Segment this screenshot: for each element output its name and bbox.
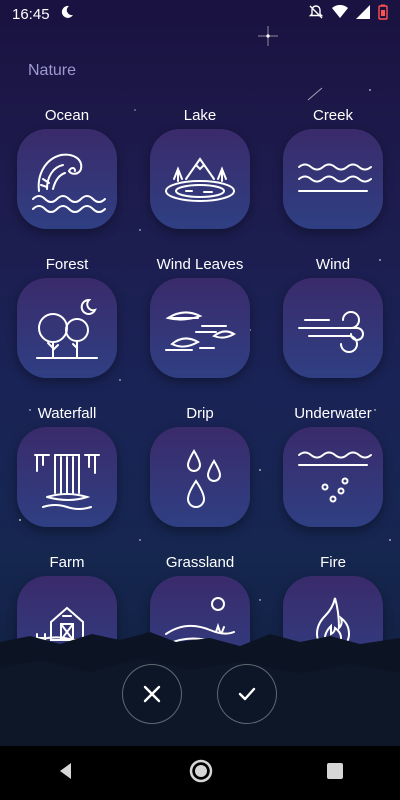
sound-tile-ocean[interactable]: Ocean bbox=[15, 105, 119, 229]
underwater-icon bbox=[298, 451, 372, 503]
battery-icon bbox=[378, 4, 388, 24]
ocean-wave-icon bbox=[32, 153, 106, 213]
status-bar: 16:45 bbox=[0, 0, 400, 28]
tile-label: Wind Leaves bbox=[156, 256, 244, 273]
mountain-silhouette bbox=[0, 632, 400, 748]
tile-label: Lake bbox=[183, 107, 217, 124]
section-title: Nature bbox=[28, 62, 77, 79]
close-icon bbox=[143, 685, 161, 703]
tile-label: Farm bbox=[49, 554, 85, 571]
tile-label: Ocean bbox=[44, 107, 90, 124]
lake-icon bbox=[165, 157, 235, 202]
waterfall-icon bbox=[34, 454, 100, 510]
tile-label: Wind bbox=[315, 256, 351, 273]
wind-leaves-icon bbox=[165, 311, 236, 351]
sound-tile-lake[interactable]: Lake bbox=[148, 105, 252, 229]
sound-tile-wind-leaves[interactable]: Wind Leaves bbox=[148, 254, 252, 378]
moon-icon bbox=[60, 5, 74, 23]
back-icon[interactable] bbox=[56, 761, 76, 786]
notifications-off-icon bbox=[308, 4, 324, 24]
system-nav-bar bbox=[0, 746, 400, 800]
tile-label: Forest bbox=[45, 256, 89, 273]
wifi-icon bbox=[332, 4, 348, 23]
sound-tile-underwater[interactable]: Underwater bbox=[281, 403, 385, 527]
wind-icon bbox=[298, 311, 364, 353]
status-time: 16:45 bbox=[12, 5, 50, 23]
creek-icon bbox=[298, 163, 372, 192]
tile-label: Underwater bbox=[294, 405, 372, 422]
sound-tile-creek[interactable]: Creek bbox=[281, 105, 385, 229]
check-icon bbox=[238, 687, 256, 701]
signal-icon bbox=[356, 5, 370, 23]
sound-tile-wind[interactable]: Wind bbox=[281, 254, 385, 378]
tile-label: Fire bbox=[320, 554, 346, 571]
tile-label: Creek bbox=[312, 107, 353, 124]
confirm-button[interactable] bbox=[217, 664, 277, 724]
sound-tile-waterfall[interactable]: Waterfall bbox=[15, 403, 119, 527]
sound-tile-forest[interactable]: Forest bbox=[15, 254, 119, 378]
tile-label: Grassland bbox=[165, 554, 235, 571]
recents-icon[interactable] bbox=[326, 762, 344, 785]
cancel-button[interactable] bbox=[122, 664, 182, 724]
home-icon[interactable] bbox=[188, 758, 214, 789]
drip-icon bbox=[186, 449, 222, 508]
tile-label: Drip bbox=[186, 405, 214, 422]
sound-tile-drip[interactable]: Drip bbox=[148, 403, 252, 527]
forest-icon bbox=[36, 298, 98, 359]
tile-label: Waterfall bbox=[37, 405, 97, 422]
